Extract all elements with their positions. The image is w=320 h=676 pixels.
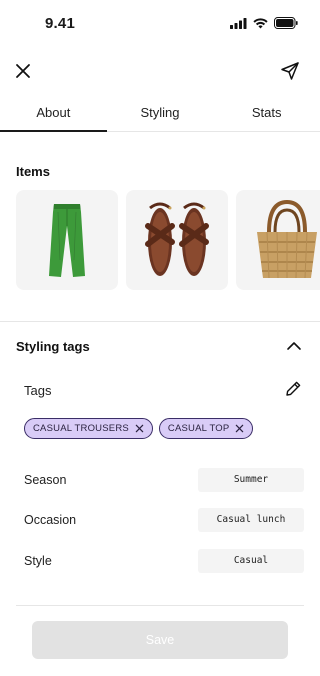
tab-bar: About Styling Stats [0, 96, 320, 132]
items-carousel[interactable] [16, 190, 320, 292]
status-icons [230, 17, 298, 29]
pencil-icon[interactable] [284, 380, 302, 398]
season-label: Season [24, 473, 67, 487]
season-row: Season Summer [24, 468, 304, 492]
status-time: 9.41 [45, 15, 75, 32]
tag-chips: CASUAL TROUSERS CASUAL TOP [24, 418, 254, 439]
occasion-row: Occasion Casual lunch [24, 508, 304, 532]
save-button[interactable]: Save [32, 621, 288, 659]
section-divider [0, 321, 320, 322]
items-title: Items [16, 164, 50, 179]
remove-tag-icon[interactable] [235, 424, 244, 433]
wifi-icon [253, 17, 268, 28]
season-select[interactable]: Summer [198, 468, 304, 492]
item-card-green-trousers[interactable] [16, 190, 118, 290]
footer-divider [16, 605, 304, 606]
battery-icon [274, 17, 298, 29]
straw-tote-bag-image [257, 199, 317, 279]
signal-icon [230, 17, 247, 29]
tag-chip-label: CASUAL TROUSERS [33, 423, 129, 434]
tag-chip-label: CASUAL TOP [167, 423, 230, 434]
style-label: Style [24, 554, 52, 568]
remove-tag-icon[interactable] [135, 424, 144, 433]
green-trousers-image [49, 204, 85, 277]
brown-sandals-image [145, 202, 209, 276]
style-select[interactable]: Casual [198, 549, 304, 573]
styling-tags-title: Styling tags [16, 339, 90, 354]
chevron-up-icon[interactable] [286, 340, 302, 352]
item-card-straw-tote-bag[interactable] [236, 190, 320, 290]
occasion-label: Occasion [24, 513, 77, 527]
tag-chip[interactable]: CASUAL TOP [158, 418, 254, 439]
tab-styling[interactable]: Styling [107, 96, 214, 131]
tab-stats[interactable]: Stats [213, 96, 320, 131]
style-row: Style Casual [24, 549, 304, 573]
occasion-select[interactable]: Casual lunch [198, 508, 304, 532]
send-icon[interactable] [280, 61, 300, 81]
tag-chip[interactable]: CASUAL TROUSERS [24, 418, 153, 439]
tab-about[interactable]: About [0, 96, 107, 132]
top-bar [0, 52, 320, 92]
item-card-brown-sandals[interactable] [126, 190, 228, 290]
close-icon[interactable] [12, 60, 34, 82]
status-bar: 9.41 [0, 0, 320, 46]
tags-label: Tags [24, 383, 52, 398]
